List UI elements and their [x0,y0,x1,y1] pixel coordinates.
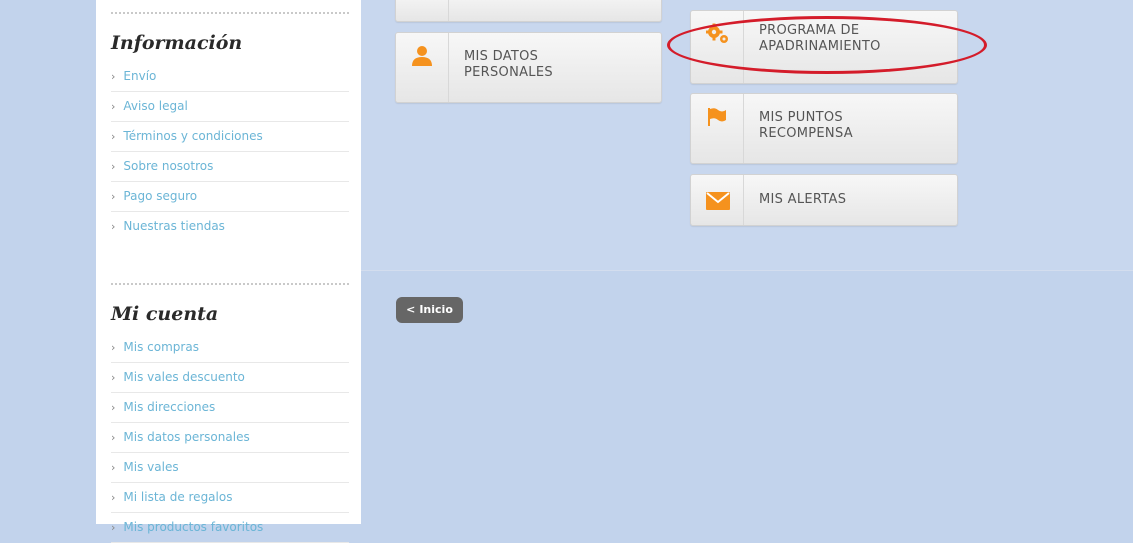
account-link[interactable]: › Mis compras [111,333,349,363]
chevron-right-icon: › [111,160,116,173]
card-mis-puntos-recompensa[interactable]: MIS PUNTOS RECOMPENSA [690,93,958,164]
chevron-right-icon: › [111,461,116,474]
chevron-right-icon: › [111,70,116,83]
info-link[interactable]: › Nuestras tiendas [111,212,349,241]
account-link[interactable]: › Mis vales descuento [111,363,349,393]
account-link[interactable]: › Mis direcciones [111,393,349,423]
divider [111,12,349,14]
chevron-right-icon: › [111,491,116,504]
account-link[interactable]: › Mis productos favoritos [111,513,349,543]
info-link[interactable]: › Términos y condiciones [111,122,349,152]
chevron-left-icon: < [406,303,416,316]
chevron-right-icon: › [111,431,116,444]
card-label: MIS ALERTAS [759,192,847,207]
account-link[interactable]: › Mis datos personales [111,423,349,453]
card-icon-box [691,175,744,225]
info-section-title: Información [111,32,243,54]
envelope-icon [706,192,730,210]
sidebar: Información › Envío › Aviso legal › Término… [96,0,361,543]
card-label: MIS PUNTOS RECOMPENSA [759,110,853,141]
info-link[interactable]: › Sobre nosotros [111,152,349,182]
card-mis-alertas[interactable]: MIS ALERTAS [690,174,958,226]
account-link[interactable]: › Mis vales [111,453,349,483]
chevron-right-icon: › [111,190,116,203]
back-home-button[interactable]: < Inicio [396,297,463,323]
chevron-right-icon: › [111,130,116,143]
chevron-right-icon: › [111,371,116,384]
card-partial[interactable] [395,0,662,22]
info-menu: › Envío › Aviso legal › Términos y condicio… [111,62,349,241]
panel-divider [361,270,1133,271]
flag-icon [708,108,726,126]
account-link[interactable]: › Mi lista de regalos [111,483,349,513]
chevron-right-icon: › [111,521,116,534]
info-link[interactable]: › Pago seguro [111,182,349,212]
info-link[interactable]: › Aviso legal [111,92,349,122]
chevron-right-icon: › [111,341,116,354]
account-section-title: Mi cuenta [111,303,219,325]
back-button-label: Inicio [419,303,453,316]
card-mis-datos-personales[interactable]: MIS DATOS PERSONALES [395,32,662,103]
info-link[interactable]: › Envío [111,62,349,92]
card-icon-box [396,0,449,21]
user-icon [412,46,432,66]
chevron-right-icon: › [111,100,116,113]
card-icon-box [691,94,744,163]
chevron-right-icon: › [111,401,116,414]
card-icon-box [396,33,449,102]
account-menu: › Mis compras › Mis vales descuento › Mis d… [111,333,349,543]
card-label: MIS DATOS PERSONALES [464,49,553,80]
highlight-ellipse [667,16,987,74]
divider [111,283,349,285]
chevron-right-icon: › [111,220,116,233]
